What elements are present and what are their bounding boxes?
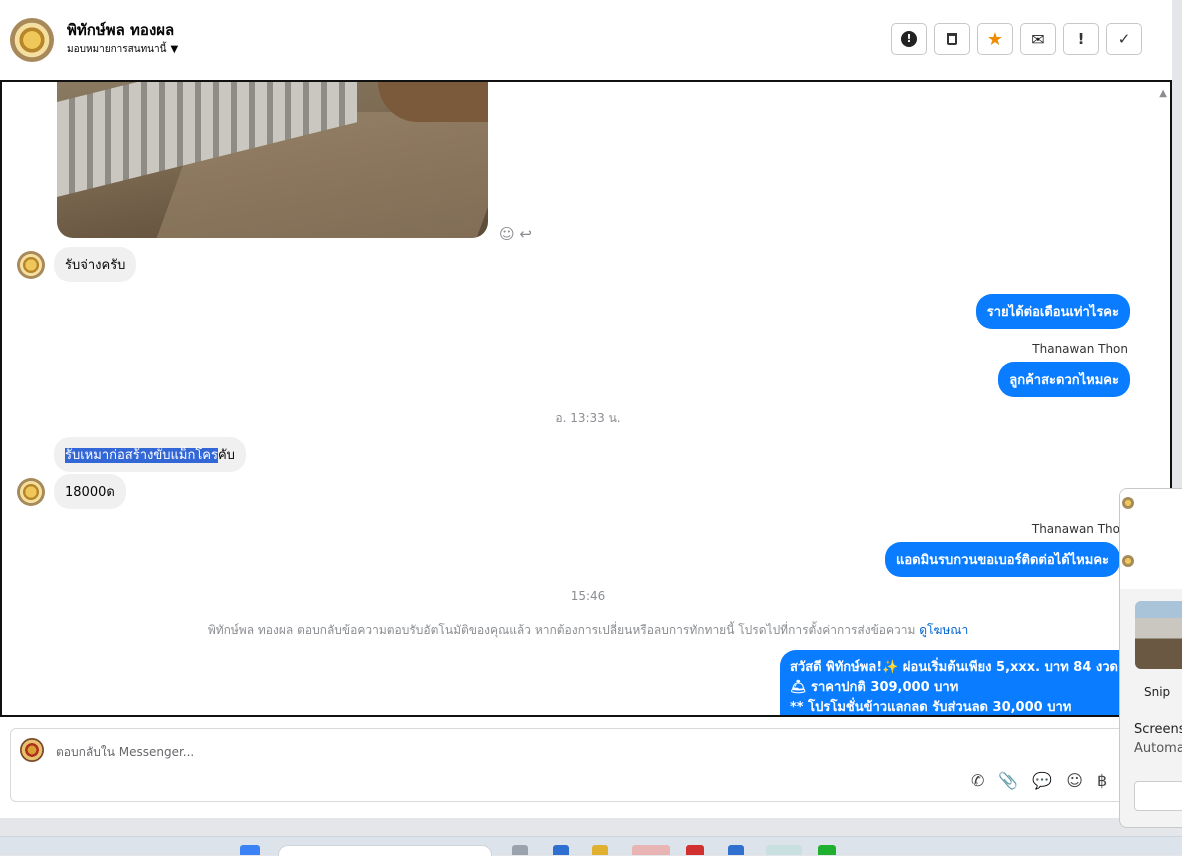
header-actions: ! ★ ✉ ! ✓ — [891, 23, 1142, 55]
spam-button[interactable]: ! — [891, 23, 927, 55]
star-button[interactable]: ★ — [977, 23, 1013, 55]
composer-tools: ✆ 📎 💬 ☺ ฿ — [971, 771, 1107, 790]
reply-icon[interactable]: ↩ — [519, 225, 532, 243]
payment-icon[interactable]: ฿ — [1097, 771, 1107, 790]
system-note: พิทักษ์พล ทองผล ตอบกลับข้อความตอบรับอัตโ… — [2, 621, 1170, 640]
timestamp: อ. 13:33 น. — [555, 411, 621, 425]
incoming-message[interactable]: รับเหมาก่อสร้างขับแม็กโครคับ — [54, 437, 246, 472]
contact-avatar[interactable] — [10, 18, 54, 62]
emoji-icon[interactable]: ☺ — [1066, 771, 1083, 790]
os-taskbar — [0, 836, 1182, 856]
message-text: คับ — [217, 448, 235, 463]
notification-body: Automa — [1134, 741, 1182, 756]
timestamp: 15:46 — [570, 589, 606, 603]
promo-line: สวัสดี พิทักษ์พล!✨ ผ่อนเริ่มต้นเพียง 5,x… — [790, 660, 1118, 675]
saved-replies-icon[interactable]: 💬 — [1032, 771, 1052, 790]
notification-preview — [1120, 489, 1182, 589]
outgoing-message[interactable]: รายได้ต่อเดือนเท่าไรคะ — [975, 294, 1130, 329]
trash-icon — [947, 33, 957, 45]
snipping-tool-notification[interactable]: Snip Screens Automa — [1119, 488, 1182, 828]
sender-name: Thanawan Thon — [1032, 342, 1128, 356]
system-note-text: พิทักษ์พล ทองผล ตอบกลับข้อความตอบรับอัตโ… — [207, 623, 916, 637]
view-ad-link[interactable]: ดูโฆษณา — [919, 623, 968, 637]
check-icon: ✓ — [1117, 30, 1131, 48]
preview-image — [1135, 601, 1182, 669]
selected-text: รับเหมาก่อสร้างขับแม็กโคร — [65, 448, 218, 463]
outgoing-message[interactable]: ลูกค้าสะดวกไหมคะ — [998, 362, 1130, 397]
scroll-up-arrow-icon[interactable]: ▲ — [1159, 88, 1167, 99]
star-icon: ★ — [986, 28, 1004, 50]
outgoing-message[interactable]: แอดมินรบกวนขอเบอร์ติดต่อได้ไหมคะ — [884, 542, 1120, 577]
assign-conversation-dropdown[interactable]: มอบหมายการสนทนานี้ ▼ — [67, 42, 178, 57]
page-avatar — [20, 738, 44, 762]
reply-input[interactable]: ตอบกลับใน Messenger... — [56, 743, 194, 762]
assign-label: มอบหมายการสนทนานี้ — [67, 44, 167, 55]
reply-composer[interactable]: ตอบกลับใน Messenger... ✆ 📎 💬 ☺ ฿ — [10, 728, 1160, 802]
alert-circle-icon: ! — [901, 31, 917, 47]
promo-line: ** โปรโมชั่นข้าวแลกลด รับส่วนลด 30,000 บ… — [790, 700, 1072, 715]
contact-name[interactable]: พิทักษ์พล ทองผล — [67, 18, 174, 42]
messenger-app: พิทักษ์พล ทองผล มอบหมายการสนทนานี้ ▼ ! ★ … — [0, 0, 1172, 818]
message-reactions: ☺ ↩ — [499, 225, 532, 243]
envelope-icon: ✉ — [1031, 29, 1045, 49]
mark-done-button[interactable]: ✓ — [1106, 23, 1142, 55]
taskbar-search[interactable] — [278, 845, 492, 856]
preview-avatar — [1122, 555, 1134, 567]
photo-attachment[interactable] — [57, 82, 488, 238]
notification-title: Screens — [1134, 722, 1182, 737]
attachment-icon[interactable]: 📎 — [998, 771, 1018, 790]
mark-unread-button[interactable]: ✉ — [1020, 23, 1056, 55]
contact-avatar-small[interactable] — [17, 478, 45, 506]
delete-button[interactable] — [934, 23, 970, 55]
incoming-message[interactable]: รับจ่างครับ — [54, 247, 137, 282]
message-thread[interactable]: ▲ ☺ ↩ รับจ่างครับ รายได้ต่อเดือนเท่าไรคะ… — [0, 80, 1172, 717]
conversation-header: พิทักษ์พล ทองผล มอบหมายการสนทนานี้ ▼ ! ★ … — [0, 0, 1172, 81]
call-add-icon[interactable]: ✆ — [971, 771, 984, 790]
sender-name: Thanawan Tho — [1031, 522, 1120, 536]
smiley-react-icon[interactable]: ☺ — [499, 225, 515, 243]
preview-avatar — [1122, 497, 1134, 509]
caret-down-icon: ▼ — [170, 44, 179, 55]
snip-app-label: Snip — [1144, 685, 1171, 699]
exclamation-icon: ! — [1077, 30, 1085, 48]
contact-avatar-small[interactable] — [17, 251, 45, 279]
promo-line: 🛎 ราคาปกติ 309,000 บาท — [790, 680, 959, 695]
follow-up-button[interactable]: ! — [1063, 23, 1099, 55]
incoming-message[interactable]: 18000ด — [54, 474, 126, 509]
outgoing-promo-message[interactable]: สวัสดี พิทักษ์พล!✨ ผ่อนเริ่มต้นเพียง 5,x… — [780, 650, 1160, 715]
notification-action-button[interactable] — [1134, 781, 1182, 811]
